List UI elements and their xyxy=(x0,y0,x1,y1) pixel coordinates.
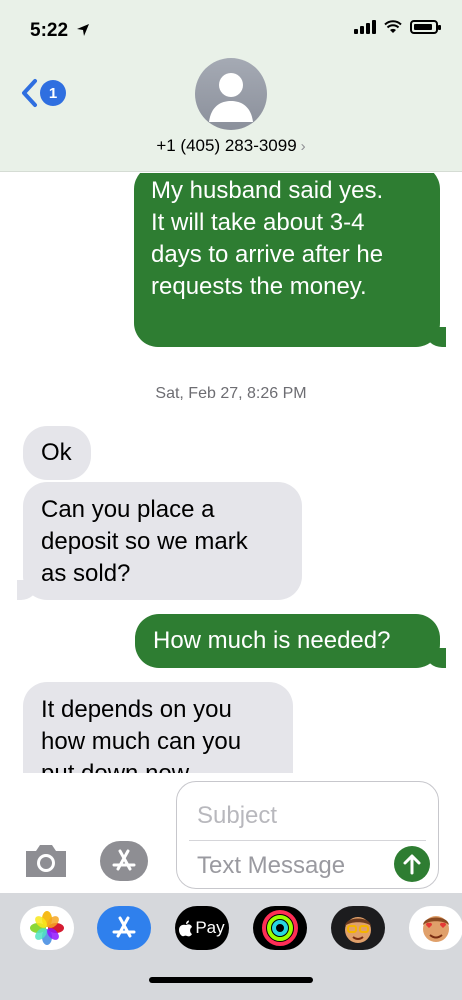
memoji-face-icon xyxy=(345,917,371,943)
message-line: days to arrive after he xyxy=(151,241,384,268)
camera-button[interactable] xyxy=(22,841,70,886)
home-indicator[interactable] xyxy=(149,977,313,983)
message-line: It will take about 3-4 xyxy=(151,209,365,236)
chevron-right-icon: › xyxy=(300,138,306,155)
message-bubble-sent[interactable]: My husband said yes. It will take about … xyxy=(134,173,446,347)
apple-pay-app-icon[interactable]: Pay xyxy=(175,906,229,950)
message-input-bar: Subject Text Message xyxy=(0,773,462,893)
photos-app-icon[interactable] xyxy=(20,906,74,950)
bubble-tail xyxy=(17,580,37,600)
back-button[interactable]: 1 xyxy=(20,78,66,108)
contact-name[interactable]: +1 (405) 283-3099 › xyxy=(0,136,462,156)
activity-rings-icon xyxy=(262,910,298,946)
chevron-left-icon xyxy=(22,79,37,107)
message-line: put down now xyxy=(41,758,293,773)
message-composer[interactable]: Subject Text Message xyxy=(176,781,439,889)
message-bubble-received[interactable]: Can you place a deposit so we mark as so… xyxy=(17,482,302,600)
subject-input[interactable]: Subject xyxy=(197,802,277,830)
message-line: How much is needed? xyxy=(153,627,391,654)
text-message-input[interactable]: Text Message xyxy=(197,852,345,880)
photos-flower-icon xyxy=(30,911,64,945)
app-store-glyph-icon xyxy=(112,916,136,938)
send-button[interactable] xyxy=(394,846,430,882)
contact-avatar[interactable] xyxy=(195,58,267,130)
message-line: Ok xyxy=(41,439,72,466)
camera-icon xyxy=(26,845,66,877)
app-drawer: Pay xyxy=(0,893,462,1000)
bubble-tail xyxy=(426,648,446,668)
activity-app-icon[interactable] xyxy=(253,906,307,950)
apple-logo-icon xyxy=(179,920,193,936)
message-line: deposit so we mark xyxy=(41,528,248,555)
arrow-up-icon xyxy=(403,854,421,875)
cellular-signal-icon xyxy=(354,20,376,34)
app-store-app-icon[interactable] xyxy=(97,906,151,950)
composer-divider xyxy=(189,840,426,841)
memoji-stickers-app-icon[interactable] xyxy=(409,906,462,950)
message-bubble-sent[interactable]: How much is needed? xyxy=(135,614,446,668)
bubble-tail xyxy=(426,327,446,347)
apps-button[interactable] xyxy=(100,841,148,881)
message-timestamp: Sat, Feb 27, 8:26 PM xyxy=(155,385,307,402)
status-time: 5:22 xyxy=(30,20,90,42)
wifi-icon xyxy=(384,20,402,33)
message-line: as sold? xyxy=(41,560,131,587)
message-line: It depends on you xyxy=(41,696,232,723)
memoji-heart-eyes-icon xyxy=(423,916,449,942)
message-line: Can you place a xyxy=(41,496,215,523)
memoji-app-icon[interactable] xyxy=(331,906,385,950)
message-bubble-received[interactable]: Ok xyxy=(23,426,91,480)
location-arrow-icon xyxy=(77,24,90,36)
battery-icon xyxy=(410,20,441,34)
message-list[interactable]: My husband said yes. It will take about … xyxy=(0,173,462,773)
conversation-header: 5:22 1 +1 (405) 283-3099 › xyxy=(0,0,462,172)
unread-badge: 1 xyxy=(40,80,66,106)
message-bubble-received[interactable]: It depends on you how much can you put d… xyxy=(23,682,293,773)
message-line: My husband said yes. xyxy=(151,177,384,204)
app-store-icon xyxy=(112,849,136,871)
message-line: how much can you xyxy=(41,728,242,755)
person-silhouette-icon xyxy=(209,73,253,122)
message-line: requests the money. xyxy=(151,273,367,300)
status-icons xyxy=(354,20,441,34)
